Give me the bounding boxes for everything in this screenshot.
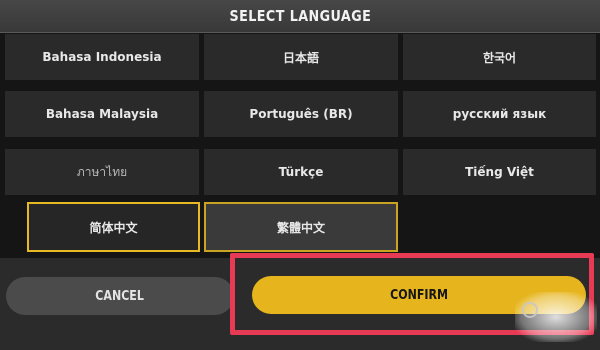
language-option-thai[interactable]: ภาษาไทย — [5, 149, 199, 195]
language-label: 한국어 — [482, 50, 517, 65]
dialog-title: SELECT LANGUAGE — [229, 7, 371, 25]
language-label: 日本語 — [282, 50, 319, 65]
language-option-russian[interactable]: русский язык — [403, 91, 596, 137]
language-option-korean[interactable]: 한국어 — [403, 34, 596, 80]
language-option-portuguese-br[interactable]: Português (BR) — [204, 91, 398, 137]
title-bar: SELECT LANGUAGE — [0, 0, 600, 33]
language-option-vietnamese[interactable]: Tiếng Việt — [403, 149, 596, 195]
language-dialog: SELECT LANGUAGE Bahasa Indonesia 日本語 한국어… — [0, 0, 600, 350]
language-label: Bahasa Indonesia — [42, 50, 162, 64]
language-label: ภาษาไทย — [76, 164, 128, 179]
language-label: Türkçe — [278, 165, 324, 179]
cancel-label: CANCEL — [95, 288, 145, 304]
cancel-button[interactable]: CANCEL — [6, 277, 234, 315]
watermark-icon — [522, 302, 538, 318]
language-option-simplified-chinese[interactable]: 简体中文 — [27, 202, 200, 252]
language-label: русский язык — [452, 107, 547, 121]
language-option-traditional-chinese[interactable]: 繁體中文 — [204, 202, 398, 252]
language-option-bahasa-malaysia[interactable]: Bahasa Malaysia — [5, 91, 199, 137]
language-label: Bahasa Malaysia — [45, 107, 159, 121]
language-label: Tiếng Việt — [465, 165, 534, 179]
language-label: 繁體中文 — [276, 220, 325, 235]
language-option-turkish[interactable]: Türkçe — [204, 149, 398, 195]
language-option-bahasa-indonesia[interactable]: Bahasa Indonesia — [5, 34, 199, 80]
language-option-japanese[interactable]: 日本語 — [204, 34, 398, 80]
language-label: 简体中文 — [89, 220, 138, 235]
confirm-label: CONFIRM — [390, 287, 448, 303]
language-grid: Bahasa Indonesia 日本語 한국어 Bahasa Malaysia… — [0, 34, 600, 256]
language-label: Português (BR) — [249, 107, 353, 121]
